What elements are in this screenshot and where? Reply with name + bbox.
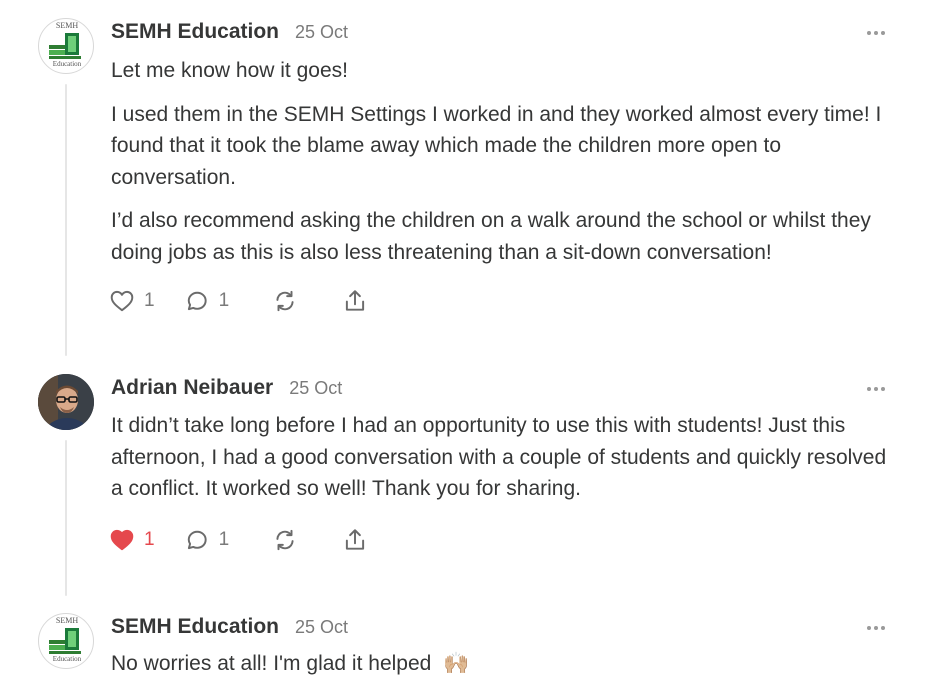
comment-date[interactable]: 25 Oct [289,378,342,399]
comment-date[interactable]: 25 Oct [295,617,348,638]
comment-header: SEMH Education 25 Oct [111,615,348,645]
share-button[interactable] [341,527,369,553]
more-dot [881,626,885,630]
avatar[interactable]: SEMH Education [38,613,94,669]
comment-paragraph: It didn’t take long before I had an oppo… [111,414,887,500]
reply-button[interactable]: 1 [183,527,230,553]
author-name[interactable]: SEMH Education [111,615,279,639]
heart-icon [110,290,134,312]
comment-text: No worries at all! I'm glad it helped [111,652,432,675]
restack-icon [276,529,294,551]
comment-body: Let me know how it goes! I used them in … [111,55,901,280]
comment-actions: 1 1 [108,524,369,556]
author-name[interactable]: Adrian Neibauer [111,376,273,400]
comment-paragraph: I used them in the SEMH Settings I worke… [111,102,882,189]
avatar[interactable] [38,374,94,430]
thread-line [65,440,67,596]
avatar[interactable]: SEMH Education [38,18,94,74]
more-dot [874,387,878,391]
author-name[interactable]: SEMH Education [111,20,279,44]
restack-button[interactable] [271,527,299,553]
restack-button[interactable] [271,288,299,314]
restack-icon [276,290,294,312]
thread-line [65,84,67,356]
reply-count: 1 [218,529,230,550]
avatar-label-bottom: Education [52,60,82,68]
comment-bubble-icon [187,291,207,311]
more-dot [881,387,885,391]
more-dot [867,31,871,35]
comment-header: SEMH Education 25 Oct [111,20,348,50]
share-icon [346,529,365,550]
comment-paragraph: I’d also recommend asking the children o… [111,209,871,264]
share-button[interactable] [341,288,369,314]
comment-body: It didn’t take long before I had an oppo… [111,410,901,517]
like-button[interactable]: 1 [108,527,155,553]
more-dot [881,31,885,35]
reply-button[interactable]: 1 [183,288,230,314]
more-dot [874,31,878,35]
avatar-label-bottom: Education [52,655,82,663]
like-count: 1 [144,290,155,311]
comment-actions: 1 1 [108,285,369,317]
comment-paragraph: Let me know how it goes! [111,59,348,82]
share-icon [346,290,365,311]
comment-header: Adrian Neibauer 25 Oct [111,376,342,406]
comment-bubble-icon [187,530,207,550]
more-dot [867,387,871,391]
more-dot [867,626,871,630]
like-count: 1 [144,529,155,550]
user-photo-icon [38,374,94,430]
comment-paragraph: No worries at all! I'm glad it helped 🙌🏼 [111,648,901,680]
reply-count: 1 [218,290,230,311]
more-options-button[interactable] [864,382,888,396]
more-options-button[interactable] [864,26,888,40]
raising-hands-emoji: 🙌🏼 [443,651,470,675]
like-button[interactable]: 1 [108,288,155,314]
comment-date[interactable]: 25 Oct [295,22,348,43]
avatar-label-top: SEMH [55,616,79,625]
more-dot [874,626,878,630]
more-options-button[interactable] [864,621,888,635]
heart-icon [110,529,134,551]
avatar-label-top: SEMH [55,21,79,30]
